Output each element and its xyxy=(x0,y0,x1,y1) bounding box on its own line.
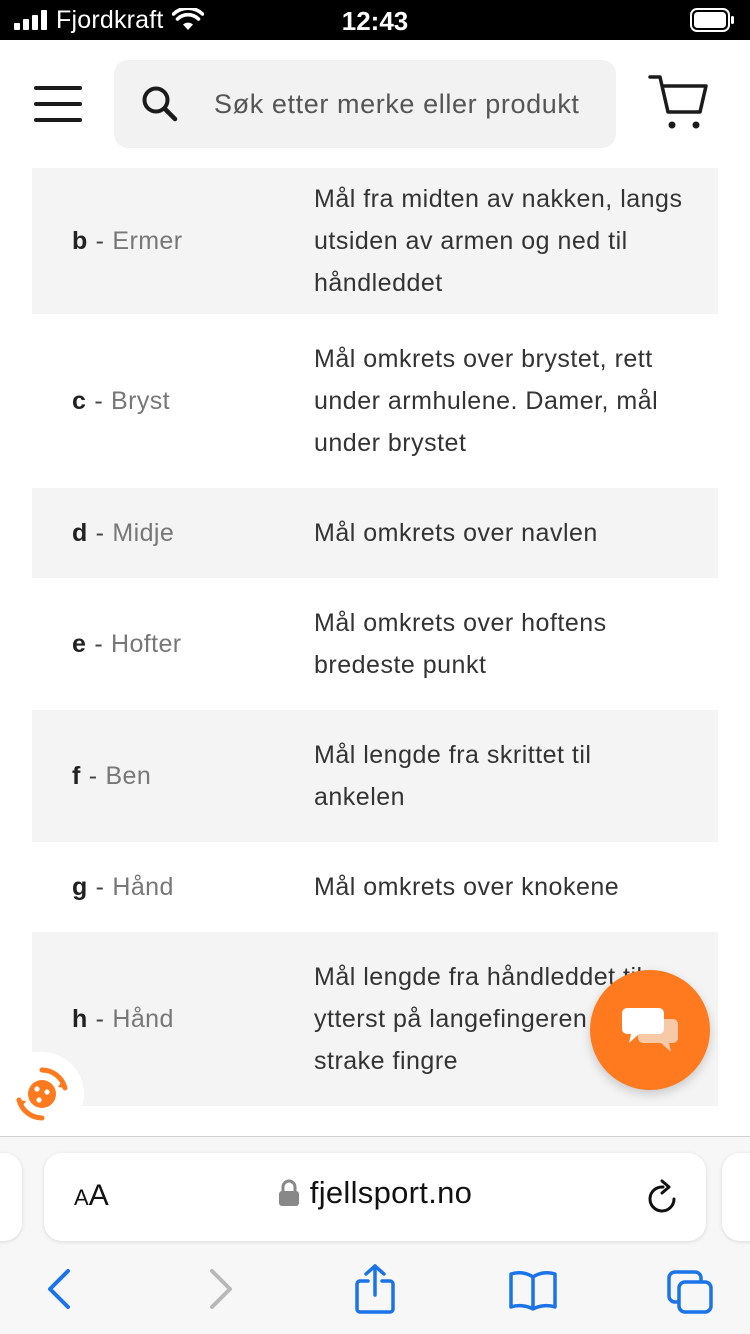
next-tab-card[interactable] xyxy=(722,1153,750,1241)
table-row: e - Hofter Mål omkrets over hoftens bredes… xyxy=(32,578,718,710)
row-description: Mål omkrets over navlen xyxy=(314,519,598,547)
share-icon[interactable] xyxy=(354,1263,396,1315)
row-label: f - Ben xyxy=(72,761,152,790)
row-name: Midje xyxy=(112,518,175,547)
row-letter: e xyxy=(72,629,87,658)
row-letter: f xyxy=(72,761,81,790)
row-letter: g xyxy=(72,872,88,901)
chat-button[interactable] xyxy=(590,970,710,1090)
previous-tab-card[interactable] xyxy=(0,1153,22,1241)
table-row: d - Midje Mål omkrets over navlen xyxy=(32,488,718,578)
search-icon[interactable] xyxy=(140,84,180,124)
row-label: d - Midje xyxy=(72,518,175,547)
cart-icon[interactable] xyxy=(648,72,710,134)
reload-icon[interactable] xyxy=(646,1179,680,1215)
row-label: e - Hofter xyxy=(72,629,182,658)
row-letter: c xyxy=(72,386,87,415)
browser-toolbar: AA fjellsport.no xyxy=(0,1136,750,1334)
status-bar: Fjordkraft 12:43 xyxy=(0,0,750,40)
row-letter: d xyxy=(72,518,88,547)
row-name: Hånd xyxy=(112,872,174,901)
search-input[interactable] xyxy=(214,60,600,148)
row-label: c - Bryst xyxy=(72,386,170,415)
lock-icon xyxy=(278,1179,299,1206)
row-description: Mål lengde fra skrittet til ankelen xyxy=(314,741,592,811)
table-row: g - Hånd Mål omkrets over knokene xyxy=(32,842,718,932)
app-screen: Fjordkraft 12:43 Søk etter merke eller p… xyxy=(0,0,750,1334)
row-label: b - Ermer xyxy=(72,226,183,255)
battery-icon xyxy=(690,8,734,32)
row-description: Mål omkrets over hoftens bredeste punkt xyxy=(314,609,607,679)
cookie-settings-icon xyxy=(16,1067,68,1121)
hamburger-menu-icon[interactable] xyxy=(34,84,82,124)
url-text: fjellsport.no xyxy=(309,1175,473,1210)
row-letter: b xyxy=(72,226,88,255)
chat-bubbles-icon xyxy=(622,1008,678,1052)
row-description: Mål omkrets over knokene xyxy=(314,873,620,901)
row-name: Ben xyxy=(105,761,152,790)
cookie-settings-button[interactable] xyxy=(0,1052,84,1136)
table-row: f - Ben Mål lengde fra skrittet til ankele… xyxy=(32,710,718,842)
forward-icon[interactable] xyxy=(206,1267,236,1311)
status-time: 12:43 xyxy=(341,6,409,36)
back-icon[interactable] xyxy=(44,1267,74,1311)
size-guide-table: b - Ermer Mål fra midten av nakken, langs … xyxy=(32,168,718,1106)
bookmarks-icon[interactable] xyxy=(508,1269,558,1311)
row-description: Mål omkrets over brystet, rett under arm… xyxy=(314,345,659,457)
site-header xyxy=(0,40,750,168)
row-name: Hånd xyxy=(112,1004,174,1033)
row-name: Bryst xyxy=(111,386,170,415)
row-name: Ermer xyxy=(112,226,183,255)
row-label: h - Hånd xyxy=(72,1004,174,1033)
row-name: Hofter xyxy=(111,629,182,658)
search-bar[interactable] xyxy=(114,60,616,148)
address-bar[interactable]: AA fjellsport.no xyxy=(44,1153,706,1241)
tabs-icon[interactable] xyxy=(666,1269,714,1315)
row-label: g - Hånd xyxy=(72,872,174,901)
row-letter: h xyxy=(72,1004,88,1033)
table-row: c - Bryst Mål omkrets over brystet, rett u… xyxy=(32,314,718,488)
url-display[interactable]: fjellsport.no xyxy=(44,1175,706,1211)
row-description: Mål fra midten av nakken, langs utsiden … xyxy=(314,185,683,297)
table-row: b - Ermer Mål fra midten av nakken, langs … xyxy=(32,168,718,314)
